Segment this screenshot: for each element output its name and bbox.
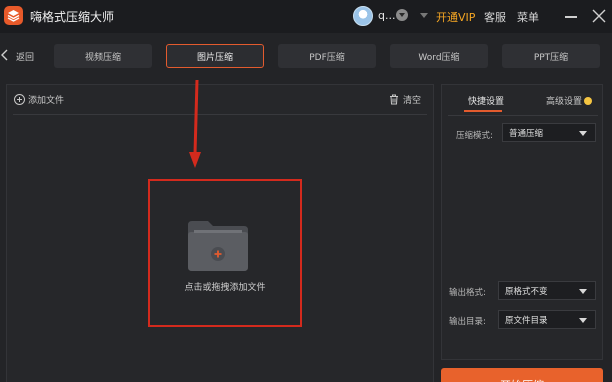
chevron-down-icon	[579, 318, 587, 323]
close-icon[interactable]	[592, 9, 606, 23]
tab-quick-settings[interactable]: 快捷设置	[468, 94, 504, 107]
clear-label: 清空	[403, 96, 422, 106]
settings-divider	[448, 115, 598, 116]
plus-circle-icon	[14, 94, 25, 105]
compress-mode-label: 压缩模式:	[456, 131, 493, 141]
tab-ppt-compress[interactable]: PPT压缩	[502, 44, 600, 68]
title-bar: 嗨格式压缩大师 q... 开通VIP 客服 菜单	[0, 0, 612, 33]
tab-image-compress[interactable]: 图片压缩	[166, 44, 264, 68]
username[interactable]: q...	[378, 9, 395, 22]
file-list-panel: 添加文件 清空 点击或拖拽添加文件	[6, 84, 434, 382]
tab-video-compress[interactable]: 视频压缩	[54, 44, 152, 68]
chevron-left-icon	[0, 49, 16, 64]
output-dir-label: 输出目录:	[449, 317, 486, 327]
compress-mode-value: 普通压缩	[509, 128, 544, 139]
compress-mode-select[interactable]: 普通压缩	[502, 123, 596, 142]
menu-link[interactable]: 菜单	[517, 9, 539, 25]
user-dropdown-icon[interactable]	[396, 9, 408, 21]
chevron-down-icon	[579, 289, 587, 294]
output-format-select[interactable]: 原格式不变	[498, 281, 596, 300]
user-avatar[interactable]	[353, 6, 373, 26]
tab-pdf-compress[interactable]: PDF压缩	[278, 44, 376, 68]
trash-icon	[390, 94, 398, 105]
chevron-down-icon	[579, 131, 587, 136]
annotation-arrow-icon	[189, 79, 201, 168]
advanced-settings-label: 高级设置	[546, 97, 583, 107]
output-dir-select[interactable]: 原文件目录	[498, 310, 596, 329]
folder-add-icon	[188, 221, 248, 271]
minimize-icon[interactable]	[565, 16, 577, 18]
drop-hint-text: 点击或拖拽添加文件	[184, 283, 266, 293]
add-file-button[interactable]: 添加文件	[14, 93, 64, 106]
output-format-label: 输出格式:	[449, 288, 486, 298]
start-compress-button[interactable]: 开始压缩	[441, 368, 603, 382]
panel-divider	[13, 114, 427, 115]
clear-button[interactable]: 清空	[389, 93, 421, 106]
file-drop-zone[interactable]: 点击或拖拽添加文件	[148, 179, 302, 327]
active-tab-indicator	[464, 110, 502, 112]
settings-panel: 快捷设置 高级设置 压缩模式: 普通压缩 输出格式: 原格式不变 输出目录: 原…	[441, 84, 603, 360]
output-dir-value: 原文件目录	[505, 315, 548, 326]
customer-service-link[interactable]: 客服	[484, 9, 506, 25]
app-title: 嗨格式压缩大师	[30, 10, 115, 24]
add-file-label: 添加文件	[28, 96, 65, 106]
open-vip-link[interactable]: 开通VIP	[436, 9, 475, 25]
app-logo-icon	[4, 6, 23, 25]
back-button[interactable]: 返回	[0, 46, 34, 66]
tab-advanced-settings[interactable]: 高级设置	[546, 94, 593, 107]
back-label: 返回	[16, 52, 35, 63]
vip-caret-icon	[420, 13, 428, 18]
tab-word-compress[interactable]: Word压缩	[390, 44, 488, 68]
output-format-value: 原格式不变	[505, 286, 548, 297]
vip-coin-icon	[584, 97, 593, 105]
